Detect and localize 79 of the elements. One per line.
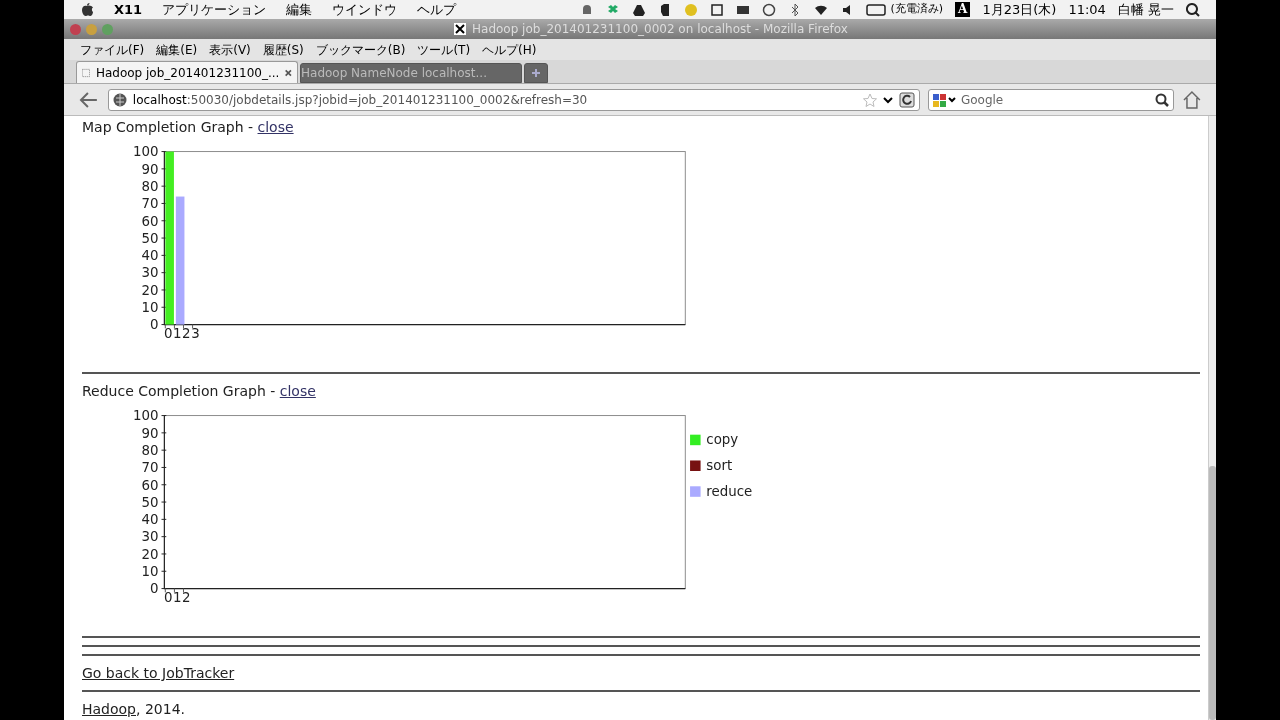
y-tick-label: 50 [141,494,159,510]
y-tick-label: 100 [133,144,159,160]
x-tick-label: 2 [182,325,191,341]
x-tick-label: 1 [173,589,182,605]
x-tick-label: 0 [163,589,173,605]
hadoop-link[interactable]: Hadoop [82,699,136,720]
globe-icon [112,92,127,107]
plus-icon [531,68,541,78]
square-icon [709,2,724,17]
close-icon[interactable] [285,67,292,78]
y-tick-label: 30 [141,528,159,544]
menubar-time: 11:04 [1068,0,1106,19]
y-tick-label: 0 [150,317,159,333]
menu-item[interactable]: 履歴(S) [262,40,304,59]
search-input[interactable]: Google [960,90,1152,109]
y-tick-label: 10 [141,300,159,316]
user-name[interactable]: 白幡 晃一 [1117,0,1174,20]
menubar-date: 1月23日(木) [982,0,1057,19]
menu-item[interactable]: ツール(T) [417,40,471,59]
y-tick-label: 80 [141,442,159,458]
x-tick-label: 3 [191,325,200,341]
y-tick-label: 40 [141,511,159,527]
scrollbar[interactable] [1208,116,1216,720]
y-tick-label: 0 [150,580,159,596]
y-tick-label: 10 [141,563,159,579]
app-menu[interactable]: X11 [114,0,143,20]
x-tick-label: 2 [182,589,191,605]
menu-item[interactable]: ブックマーク(B) [315,40,406,59]
y-tick-label: 80 [141,178,159,194]
y-tick-label: 20 [141,546,159,562]
menu-item[interactable]: ファイル(F) [80,40,145,59]
legend-label: reduce [706,483,753,499]
star-icon[interactable] [862,92,877,107]
y-tick-label: 60 [141,477,159,493]
input-mode-indicator[interactable]: A [955,2,971,17]
battery-status: (充電済み) [890,1,944,18]
search-icon[interactable] [1155,92,1170,107]
home-icon[interactable] [1182,89,1202,110]
section-title: Reduce Completion Graph - [82,381,277,401]
x-tick-label: 1 [173,325,182,341]
dropdown-icon[interactable] [882,95,893,104]
reload-icon[interactable] [898,91,915,108]
new-tab-button[interactable] [524,63,548,83]
y-tick-label: 30 [141,265,159,281]
battery-icon [865,3,888,16]
x-icon [454,23,466,35]
page-icon [82,66,90,79]
menu-item[interactable]: ヘルプ [417,0,457,20]
y-tick-label: 100 [133,407,159,423]
window-title: Hadoop job_201401231100_0002 on localhost - Mozilla Firefox [472,21,848,38]
menu-item[interactable]: アプリケーション [162,0,267,20]
section-title: Map Completion Graph - [82,118,255,137]
y-tick-label: 40 [141,248,159,264]
menu-item[interactable]: 編集(E) [156,40,198,59]
y-tick-label: 90 [141,425,159,441]
y-tick-label: 60 [141,213,159,229]
apple-icon [80,2,94,17]
google-icon[interactable] [932,92,957,107]
y-tick-label: 70 [141,196,159,212]
address-bar[interactable]: localhost:50030/jobdetails.jsp?jobid=job_201401231100_0002&refresh=30 [107,88,920,111]
back-link[interactable]: Go back to JobTracker [82,663,235,684]
legend-label: sort [706,457,733,473]
menu-item[interactable]: 編集 [286,0,313,20]
y-tick-label: 50 [141,230,159,246]
legend-label: copy [706,431,739,447]
y-tick-label: 70 [141,459,159,475]
menu-item[interactable]: ヘルプ(H) [482,40,537,59]
search-field[interactable]: Google [927,88,1175,111]
close-link[interactable]: close [279,380,316,402]
x-tick-label: 0 [163,325,173,341]
y-tick-label: 20 [141,282,159,298]
y-tick-label: 90 [141,161,159,177]
search-icon[interactable] [1186,2,1200,17]
tab[interactable]: Hadoop job_201401231100_... [76,61,298,83]
menu-item[interactable]: ウインドウ [332,0,398,20]
circle-icon [683,2,698,17]
close-link[interactable]: close [257,117,294,138]
menu-item[interactable]: 表示(V) [209,40,251,59]
footer-text: , 2014. [136,700,185,719]
